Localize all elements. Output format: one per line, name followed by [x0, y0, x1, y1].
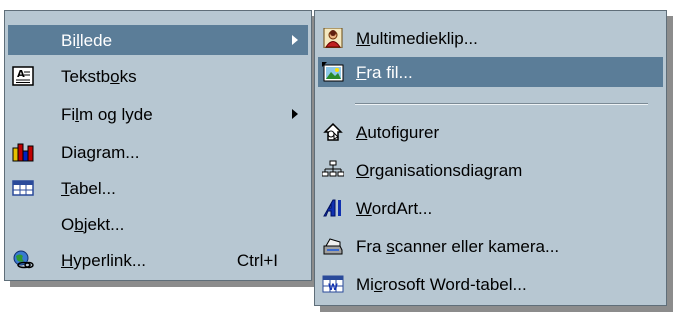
menu-item-objekt[interactable]: Objekt... — [8, 209, 308, 239]
menu-item-hyperlink[interactable]: Hyperlink... Ctrl+I — [8, 245, 308, 275]
autoshapes-icon — [322, 122, 344, 142]
menu-item-label: WordArt... — [356, 199, 433, 218]
menu-item-tabel[interactable]: Tabel... — [8, 173, 308, 203]
menu-item-label: Fra scanner eller kamera... — [356, 237, 560, 256]
hyperlink-globe-icon — [12, 250, 34, 270]
menu-item-billede[interactable]: Billede — [8, 25, 308, 55]
submenu-arrow-icon — [292, 109, 298, 119]
menu-item-label: Billede — [61, 31, 113, 50]
submenu-item-autofigurer[interactable]: Autofigurer — [318, 117, 663, 147]
submenu-item-organisationsdiagram[interactable]: Organisationsdiagram — [318, 155, 663, 185]
submenu-item-multimedieklip[interactable]: Multimedieklip... — [318, 23, 663, 53]
picture-from-file-icon — [322, 62, 344, 82]
table-icon — [12, 178, 34, 198]
menu-separator — [355, 103, 648, 105]
textbox-icon: A — [12, 66, 34, 86]
menu-item-label: Fra fil... — [356, 63, 413, 82]
menu-item-label: Diagram... — [61, 143, 140, 162]
menu-item-label: Objekt... — [61, 215, 125, 234]
menu-item-label: Film og lyde — [61, 105, 153, 124]
scanner-camera-icon — [322, 236, 344, 256]
submenu-item-wordart[interactable]: WordArt... — [318, 193, 663, 223]
submenu-item-fra-fil[interactable]: Fra fil... — [318, 57, 663, 87]
svg-text:W: W — [328, 283, 338, 293]
menu-item-label: Tabel... — [61, 179, 116, 198]
menu-item-label: Autofigurer — [356, 123, 440, 142]
wordart-icon — [322, 198, 344, 218]
menu-item-tekstboks[interactable]: A Tekstboks — [8, 61, 308, 91]
submenu-item-word-tabel[interactable]: W Microsoft Word-tabel... — [318, 269, 663, 299]
menu-item-label: Tekstboks — [61, 67, 137, 86]
submenu-arrow-icon — [292, 35, 298, 45]
insert-menu: Billede A Tekstboks Film og lyde Diagram… — [4, 10, 312, 281]
shortcut-text: Ctrl+I — [236, 251, 278, 270]
chart-icon — [12, 142, 34, 162]
clipart-icon — [322, 27, 344, 49]
submenu-item-scanner-kamera[interactable]: Fra scanner eller kamera... — [318, 231, 663, 261]
menu-item-label: Organisationsdiagram — [356, 161, 523, 180]
menu-item-label: Hyperlink... — [61, 251, 147, 270]
word-table-icon: W — [322, 274, 344, 294]
menu-item-film-og-lyde[interactable]: Film og lyde — [8, 99, 308, 129]
org-chart-icon — [321, 160, 345, 180]
svg-text:A: A — [17, 69, 25, 80]
picture-submenu: Multimedieklip... Fra fil... Autofigurer — [314, 10, 667, 306]
menu-item-label: Multimedieklip... — [356, 29, 478, 48]
menu-item-label: Microsoft Word-tabel... — [356, 275, 527, 294]
menu-item-diagram[interactable]: Diagram... — [8, 137, 308, 167]
